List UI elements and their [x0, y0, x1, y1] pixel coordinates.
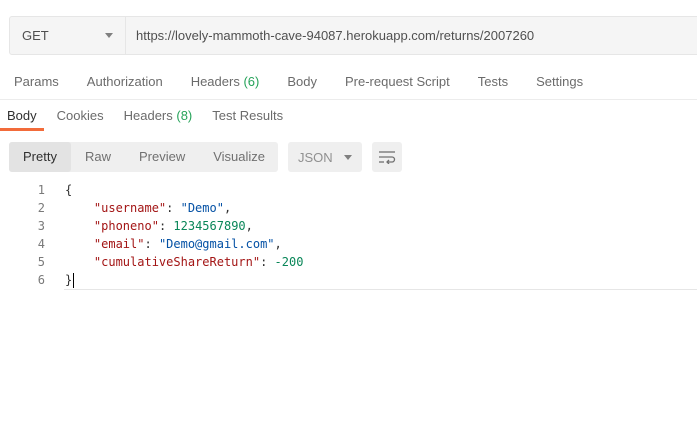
request-url-bar: GET https://lovely-mammoth-cave-94087.he… — [9, 16, 697, 55]
tab-pre-request-script[interactable]: Pre-request Script — [345, 74, 450, 89]
tab-settings[interactable]: Settings — [536, 74, 583, 89]
view-raw-button[interactable]: Raw — [71, 142, 125, 172]
method-select[interactable]: GET — [10, 17, 126, 54]
code-text: { — [65, 183, 73, 197]
wrap-lines-icon — [379, 151, 396, 164]
view-visualize-button[interactable]: Visualize — [199, 142, 279, 172]
wrap-lines-button[interactable] — [372, 142, 402, 172]
view-mode-bar: Pretty Raw Preview Visualize — [9, 142, 278, 172]
tab-response-body[interactable]: Body — [0, 100, 44, 131]
json-value: "Demo" — [180, 201, 224, 215]
format-label: JSON — [298, 149, 333, 165]
code-line: 6 } — [0, 271, 697, 289]
line-number: 6 — [37, 273, 45, 287]
json-key: "phoneno" — [93, 219, 159, 233]
chevron-down-icon — [344, 154, 352, 160]
tab-headers[interactable]: Headers (6) — [191, 74, 260, 89]
response-headers-count: (8) — [176, 108, 193, 123]
headers-count: (6) — [243, 74, 260, 89]
response-body-editor[interactable]: 1 { 2 "username": "Demo", 3 "phoneno": 1… — [0, 181, 697, 289]
url-input[interactable]: https://lovely-mammoth-cave-94087.heroku… — [126, 17, 697, 54]
code-line: 1 { — [0, 181, 697, 199]
editor-bottom-border — [64, 289, 697, 290]
tab-response-headers[interactable]: Headers (8) — [117, 100, 200, 131]
line-number: 5 — [37, 255, 45, 269]
response-tabs: Body Cookies Headers (8) Test Results — [0, 100, 296, 131]
tab-tests[interactable]: Tests — [478, 74, 508, 89]
request-tabs: Params Authorization Headers (6) Body Pr… — [14, 74, 611, 89]
code-line: 3 "phoneno": 1234567890, — [0, 217, 697, 235]
code-line: 2 "username": "Demo", — [0, 199, 697, 217]
code-line: 5 "cumulativeShareReturn": -200 — [0, 253, 697, 271]
chevron-down-icon — [105, 33, 113, 38]
json-value: "Demo@gmail.com" — [158, 237, 275, 251]
json-key: "username" — [93, 201, 167, 215]
format-select[interactable]: JSON — [288, 142, 362, 172]
tab-authorization[interactable]: Authorization — [87, 74, 163, 89]
json-value: -200 — [274, 255, 304, 269]
view-preview-button[interactable]: Preview — [125, 142, 199, 172]
method-label: GET — [22, 28, 49, 43]
line-number: 3 — [37, 219, 45, 233]
view-pretty-button[interactable]: Pretty — [9, 142, 71, 172]
line-number: 2 — [37, 201, 45, 215]
line-number: 1 — [37, 183, 45, 197]
tab-test-results[interactable]: Test Results — [205, 100, 290, 131]
json-key: "cumulativeShareReturn" — [93, 255, 261, 269]
tab-cookies[interactable]: Cookies — [50, 100, 111, 131]
code-line: 4 "email": "Demo@gmail.com", — [0, 235, 697, 253]
tab-params[interactable]: Params — [14, 74, 59, 89]
tab-body[interactable]: Body — [287, 74, 317, 89]
text-cursor — [73, 273, 75, 288]
json-value: 1234567890 — [173, 219, 246, 233]
code-text: } — [65, 273, 73, 287]
line-number: 4 — [37, 237, 45, 251]
json-key: "email" — [93, 237, 145, 251]
